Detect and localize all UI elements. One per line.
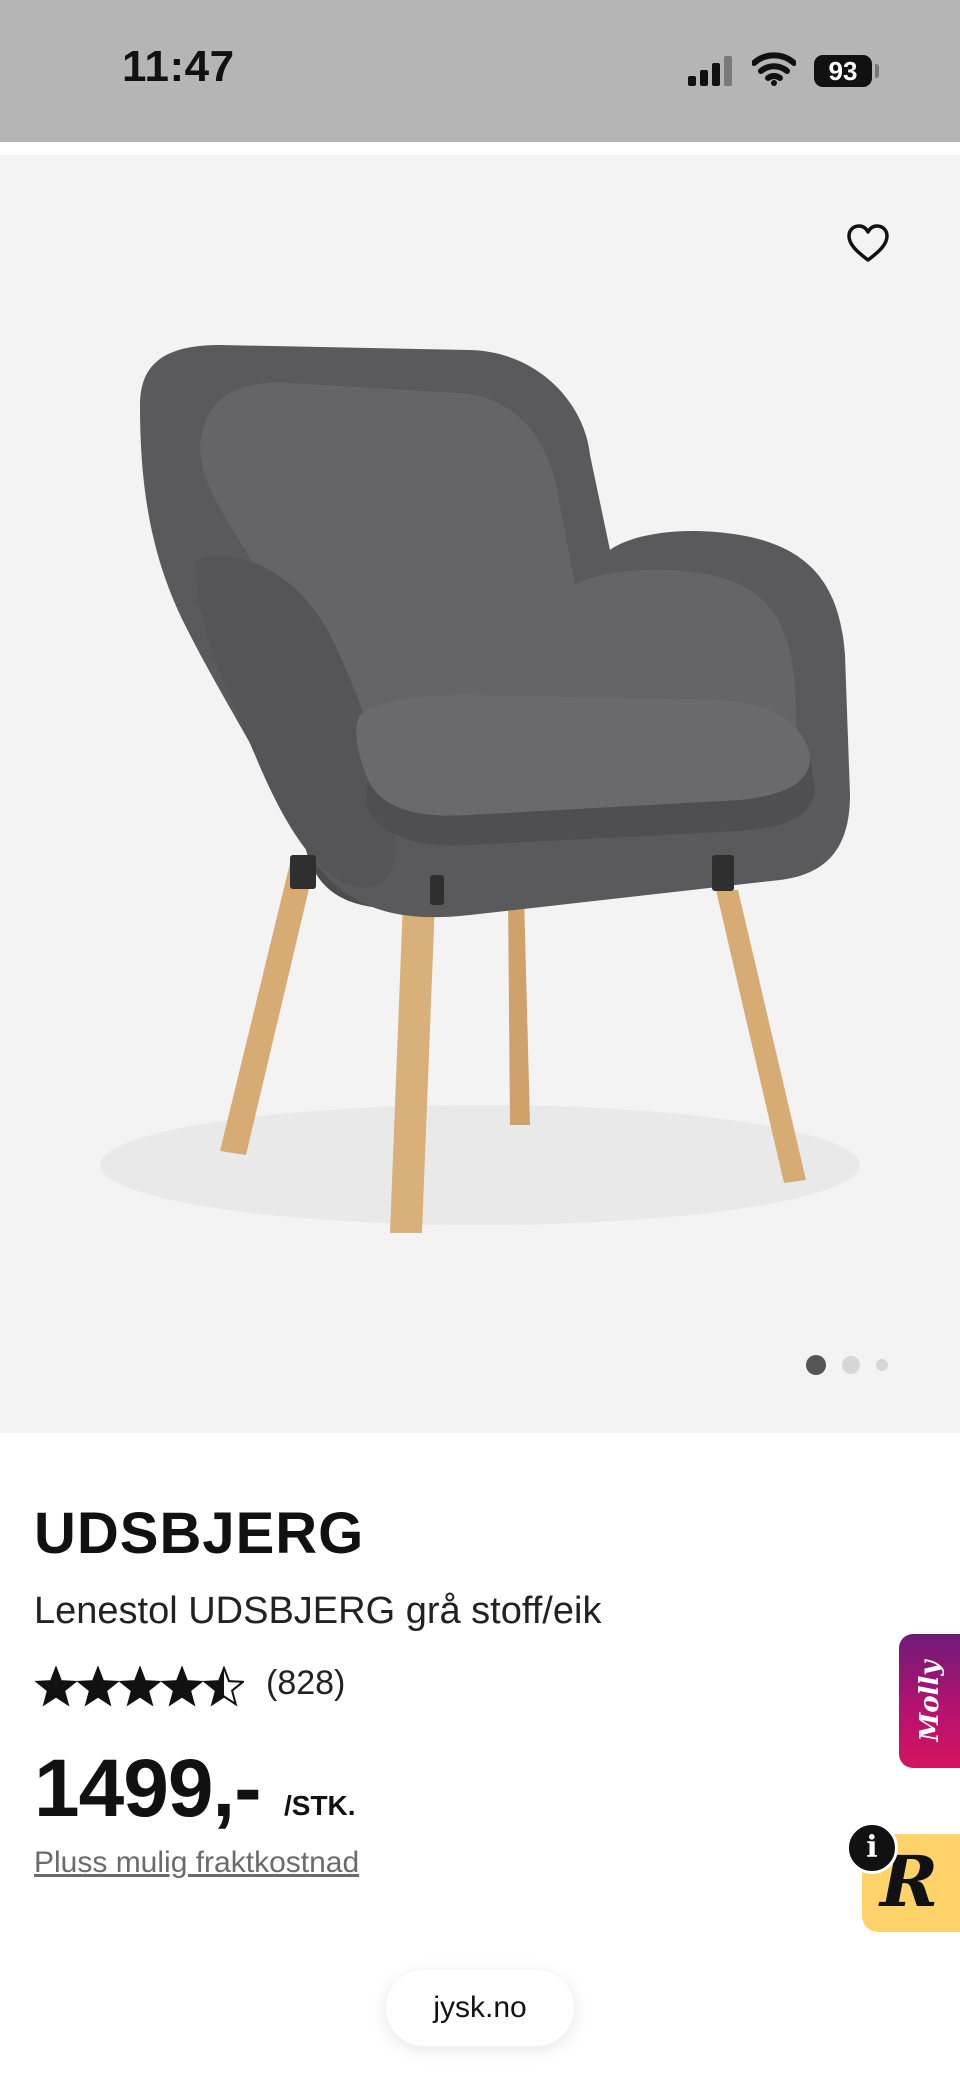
carousel-dot-active[interactable] bbox=[806, 1355, 826, 1375]
status-bar: 11:47 93 bbox=[0, 0, 960, 142]
battery-level: 93 bbox=[828, 56, 858, 86]
battery-icon: 93 bbox=[814, 55, 872, 87]
url-bar[interactable]: jysk.no bbox=[386, 1970, 574, 2046]
molly-label: Molly bbox=[914, 1660, 945, 1742]
price-unit: /STK. bbox=[284, 1790, 356, 1821]
carousel-dots bbox=[806, 1354, 888, 1376]
product-name: Lenestol UDSBJERG grå stoff/eik bbox=[34, 1590, 602, 1632]
cellular-signal-icon bbox=[688, 56, 732, 86]
star-icon bbox=[162, 1668, 202, 1705]
star-icon bbox=[36, 1668, 76, 1705]
star-rating-icon bbox=[34, 1666, 244, 1707]
battery-tip bbox=[875, 64, 879, 78]
rating-stars[interactable] bbox=[34, 1666, 244, 1708]
heart-outline-icon bbox=[847, 224, 889, 262]
wifi-icon bbox=[752, 52, 796, 86]
carousel-dot[interactable] bbox=[876, 1359, 888, 1371]
product-brand: UDSBJERG bbox=[34, 1501, 365, 1566]
star-icon bbox=[120, 1668, 160, 1705]
status-time: 11:47 bbox=[122, 42, 235, 91]
review-count[interactable]: (828) bbox=[266, 1664, 345, 1703]
favorite-button[interactable] bbox=[840, 215, 896, 271]
product-price: 1499,- bbox=[34, 1743, 262, 1834]
url-text: jysk.no bbox=[433, 1991, 527, 2024]
molly-chat-tab[interactable]: Molly bbox=[899, 1634, 960, 1768]
info-icon[interactable]: i bbox=[846, 1822, 898, 1874]
shipping-cost-link[interactable]: Pluss mulig fraktkostnad bbox=[34, 1846, 359, 1880]
product-image-armchair bbox=[100, 345, 860, 1233]
product-image-carousel[interactable] bbox=[0, 155, 960, 1433]
carousel-dot[interactable] bbox=[842, 1356, 860, 1374]
star-icon bbox=[78, 1668, 118, 1705]
